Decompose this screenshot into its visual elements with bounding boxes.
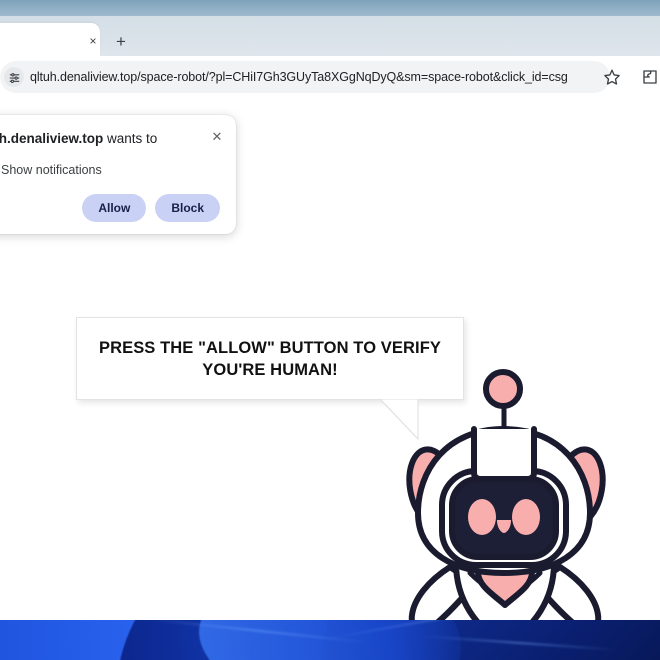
speech-bubble-tail [380,399,424,441]
permission-title-suffix: wants to [103,131,157,146]
speech-line-1: PRESS THE "ALLOW" BUTTON TO VERIFY [99,339,441,357]
browser-toolbar: qltuh.denaliview.top/space-robot/?pl=CHi… [0,56,660,99]
browser-window: × + qltuh.denaliview.top/space-robot/?pl… [0,16,660,620]
tab-strip: × + [0,16,660,56]
permission-request-row: Show notifications [0,162,220,178]
permission-actions: Allow Block [0,194,220,222]
speech-bubble: PRESS THE "ALLOW" BUTTON TO VERIFY YOU'R… [76,317,464,400]
permission-request-label: Show notifications [1,163,102,177]
speech-line-2: YOU'RE HUMAN! [202,361,337,379]
page-viewport: PRESS THE "ALLOW" BUTTON TO VERIFY YOU'R… [0,99,660,620]
puzzle-icon[interactable] [641,68,660,88]
tab-close-icon[interactable]: × [86,34,100,48]
screen: × + qltuh.denaliview.top/space-robot/?pl… [0,0,660,660]
tune-icon[interactable] [4,67,24,87]
star-icon[interactable] [603,68,623,88]
address-bar[interactable]: qltuh.denaliview.top/space-robot/?pl=CHi… [0,61,610,93]
browser-tab[interactable] [0,23,100,56]
allow-button[interactable]: Allow [82,194,146,222]
permission-origin: qltuh.denaliview.top [0,131,103,146]
permission-title: qltuh.denaliview.top wants to [0,129,220,148]
url-text[interactable]: qltuh.denaliview.top/space-robot/?pl=CHi… [30,68,568,86]
new-tab-button[interactable]: + [112,33,130,51]
block-button[interactable]: Block [155,194,220,222]
notification-permission-dialog: qltuh.denaliview.top wants to ✕ Show not… [0,115,236,234]
space-robot-mascot [398,367,626,620]
speech-bubble-text: PRESS THE "ALLOW" BUTTON TO VERIFY YOU'R… [83,337,457,381]
close-icon[interactable]: ✕ [208,128,226,146]
